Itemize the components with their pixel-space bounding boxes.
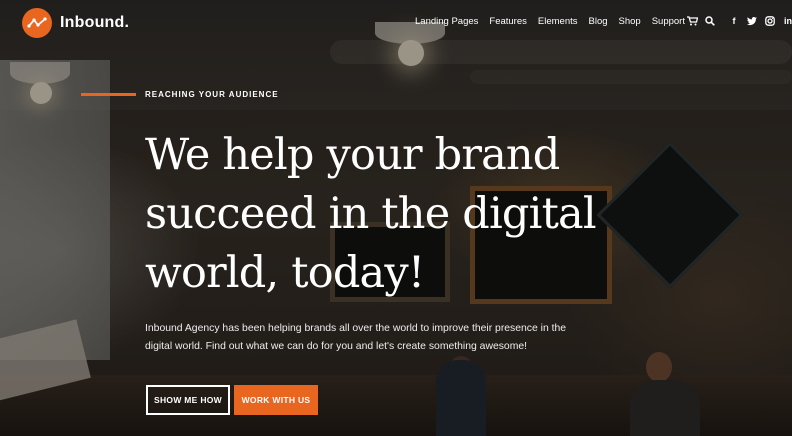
show-me-how-button[interactable]: SHOW ME HOW [146,385,230,415]
site-header: Inbound. Landing Pages Features Elements… [0,0,792,46]
nav-elements[interactable]: Elements [538,16,578,27]
headline-line-2: succeed in the digital [145,189,597,239]
intro-line-1: Inbound Agency has been helping brands a… [145,323,567,334]
headline-line-1: We help your brand [145,130,560,180]
linkedin-icon[interactable]: in [782,15,792,27]
search-icon[interactable] [704,15,716,27]
eyebrow-text: REACHING YOUR AUDIENCE [145,90,279,99]
nav-landing-pages[interactable]: Landing Pages [415,16,478,27]
nav-blog[interactable]: Blog [589,16,608,27]
cart-icon[interactable] [686,15,698,27]
brand-logo[interactable]: Inbound. [22,8,129,38]
hero-intro-text: Inbound Agency has been helping brands a… [145,320,585,355]
nav-features[interactable]: Features [489,16,527,27]
main-nav: Landing Pages Features Elements Blog Sho… [415,16,696,27]
facebook-icon[interactable]: f [728,15,740,27]
instagram-icon[interactable] [764,15,776,27]
nav-shop[interactable]: Shop [619,16,641,27]
logo-mark-icon [22,8,52,38]
brand-name: Inbound. [60,14,130,31]
intro-line-2: digital world. Find out what we can do f… [145,340,528,352]
eyebrow-accent-line [81,93,136,96]
header-tools: f in [686,15,792,27]
hero-eyebrow: REACHING YOUR AUDIENCE [81,90,279,99]
nav-support[interactable]: Support [652,16,685,27]
work-with-us-button[interactable]: WORK WITH US [234,385,318,415]
hero-headline: We help your brand succeed in the digita… [145,126,615,303]
twitter-icon[interactable] [746,15,758,27]
headline-line-3: world, today! [145,248,425,298]
